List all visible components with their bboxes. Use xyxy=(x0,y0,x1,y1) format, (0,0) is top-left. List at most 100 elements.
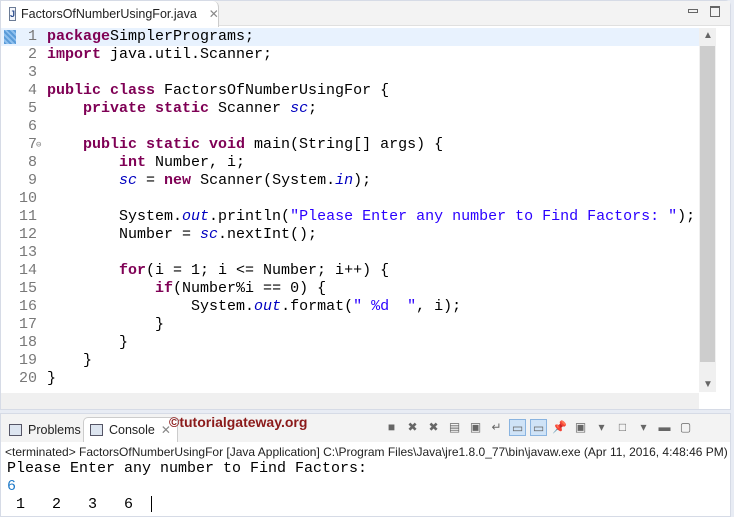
code-token: for xyxy=(119,262,147,279)
code-line[interactable]: 8 int Number, i; xyxy=(1,154,699,172)
line-number: 16 xyxy=(18,298,37,315)
code-line[interactable]: 18 } xyxy=(1,334,699,352)
code-line[interactable]: 9 sc = new Scanner(System.in); xyxy=(1,172,699,190)
fold-icon[interactable]: ⊖ xyxy=(36,136,41,154)
scrollbar-thumb[interactable] xyxy=(700,46,715,362)
remove-all-icon[interactable]: ✖ xyxy=(425,419,442,436)
code-line[interactable]: 6 xyxy=(1,118,699,136)
code-token: .format( xyxy=(281,298,354,315)
horizontal-scrollbar[interactable] xyxy=(1,393,699,409)
code-token: new xyxy=(164,172,192,189)
code-text: import java.util.Scanner; xyxy=(47,46,272,64)
line-number: 9 xyxy=(27,172,37,189)
code-line[interactable]: 2 import java.util.Scanner; xyxy=(1,46,699,64)
code-token: .nextInt(); xyxy=(218,226,318,243)
code-text: public class FactorsOfNumberUsingFor { xyxy=(47,82,389,100)
code-line[interactable]: 1 packageSimplerPrograms; xyxy=(1,28,699,46)
code-text: System.out.println("Please Enter any num… xyxy=(47,208,695,226)
maximize-icon[interactable] xyxy=(710,6,720,17)
code-editor[interactable]: 1 packageSimplerPrograms; 2 import java.uti… xyxy=(1,28,699,391)
code-line[interactable]: 5 private static Scanner sc; xyxy=(1,100,699,118)
dropdown-icon[interactable]: ▾ xyxy=(635,419,652,436)
code-line[interactable]: 16 System.out.format(" %d ", i); xyxy=(1,298,699,316)
minimize-icon[interactable]: ▬ xyxy=(656,419,673,436)
code-token: , i); xyxy=(416,298,462,315)
bookmark-marker-icon xyxy=(4,30,16,44)
code-token: .println( xyxy=(209,208,291,225)
terminate-icon[interactable]: ■ xyxy=(383,419,400,436)
code-token: (i = 1; i <= Number; i++) { xyxy=(146,262,390,279)
code-token: package xyxy=(47,28,111,45)
scroll-up-icon[interactable]: ▲ xyxy=(703,30,713,41)
show-on-stderr-icon[interactable]: ▭ xyxy=(530,419,547,436)
editor-tab-label: FactorsOfNumberUsingFor.java xyxy=(21,7,197,21)
line-number: 17 xyxy=(18,316,37,333)
display-console-icon[interactable]: ▣ xyxy=(572,419,589,436)
code-line[interactable]: 11 System.out.println("Please Enter any … xyxy=(1,208,699,226)
code-token: Number = xyxy=(47,226,201,243)
code-line[interactable]: 4 public class FactorsOfNumberUsingFor { xyxy=(1,82,699,100)
code-line[interactable]: 3 xyxy=(1,64,699,82)
editor-tabbar: J FactorsOfNumberUsingFor.java ✕ xyxy=(1,1,730,27)
code-line[interactable]: 12 Number = sc.nextInt(); xyxy=(1,226,699,244)
tab-console[interactable]: Console ✕ xyxy=(83,417,178,442)
code-line[interactable]: 13 xyxy=(1,244,699,262)
code-token: private static xyxy=(83,100,210,117)
code-text: public static void main(String[] args) { xyxy=(47,136,443,154)
code-token: = xyxy=(137,172,165,189)
maximize-icon[interactable]: ▢ xyxy=(677,419,694,436)
line-number: 2 xyxy=(27,46,37,63)
code-line[interactable]: 14 for(i = 1; i <= Number; i++) { xyxy=(1,262,699,280)
code-text: for(i = 1; i <= Number; i++) { xyxy=(47,262,389,280)
line-number: 14 xyxy=(18,262,37,279)
code-token: (Number%i == 0) { xyxy=(173,280,327,297)
code-line[interactable]: 10 xyxy=(1,190,699,208)
code-token: } xyxy=(47,316,165,333)
console-output[interactable]: Please Enter any number to Find Factors:… xyxy=(1,460,730,514)
line-number: 12 xyxy=(18,226,37,243)
code-line[interactable]: 19 } xyxy=(1,352,699,370)
code-token: sc xyxy=(200,226,219,243)
line-number: 20 xyxy=(18,370,37,387)
code-line[interactable]: 15 if(Number%i == 0) { xyxy=(1,280,699,298)
tab-problems-label: Problems xyxy=(28,422,81,437)
pin-console-icon[interactable]: 📌 xyxy=(551,419,568,436)
word-wrap-icon[interactable]: ↵ xyxy=(488,419,505,436)
code-token: ); xyxy=(677,208,696,225)
close-icon[interactable]: ✕ xyxy=(209,7,219,21)
console-line: 1 2 3 6 xyxy=(7,496,730,514)
open-console-icon[interactable]: □ xyxy=(614,419,631,436)
scroll-lock-icon[interactable]: ▣ xyxy=(467,419,484,436)
code-token: } xyxy=(47,370,57,387)
show-on-stdout-icon[interactable]: ▭ xyxy=(509,419,526,436)
console-icon xyxy=(90,424,103,436)
editor-tab[interactable]: J FactorsOfNumberUsingFor.java ✕ xyxy=(1,1,219,27)
code-token: FactorsOfNumberUsingFor { xyxy=(155,82,390,99)
console-tabbar: Problems Console ✕ ©tutorialgateway.org … xyxy=(1,414,730,442)
code-text: if(Number%i == 0) { xyxy=(47,280,326,298)
vertical-scrollbar[interactable]: ▲ ▼ xyxy=(699,28,716,392)
code-line[interactable]: 17 } xyxy=(1,316,699,334)
code-text: } xyxy=(47,316,164,334)
code-token: int xyxy=(119,154,147,171)
minimize-icon[interactable] xyxy=(688,9,698,13)
scroll-down-icon[interactable]: ▼ xyxy=(703,379,713,390)
code-token: if xyxy=(155,280,174,297)
code-line[interactable]: 7 ⊖ public static void main(String[] args… xyxy=(1,136,699,154)
code-text: System.out.format(" %d ", i); xyxy=(47,298,461,316)
tab-problems[interactable]: Problems xyxy=(3,417,87,442)
code-line[interactable]: 20} xyxy=(1,370,699,388)
code-token: main(String[] args) { xyxy=(245,136,444,153)
remove-launch-icon[interactable]: ✖ xyxy=(404,419,421,436)
dropdown-icon[interactable]: ▾ xyxy=(593,419,610,436)
code-text: } xyxy=(47,334,128,352)
clear-console-icon[interactable]: ▤ xyxy=(446,419,463,436)
console-result: 1 2 3 6 xyxy=(7,496,152,513)
code-token: Number, i; xyxy=(146,154,246,171)
console-status: <terminated> FactorsOfNumberUsingFor [Ja… xyxy=(5,445,728,459)
line-number: 15 xyxy=(18,280,37,297)
